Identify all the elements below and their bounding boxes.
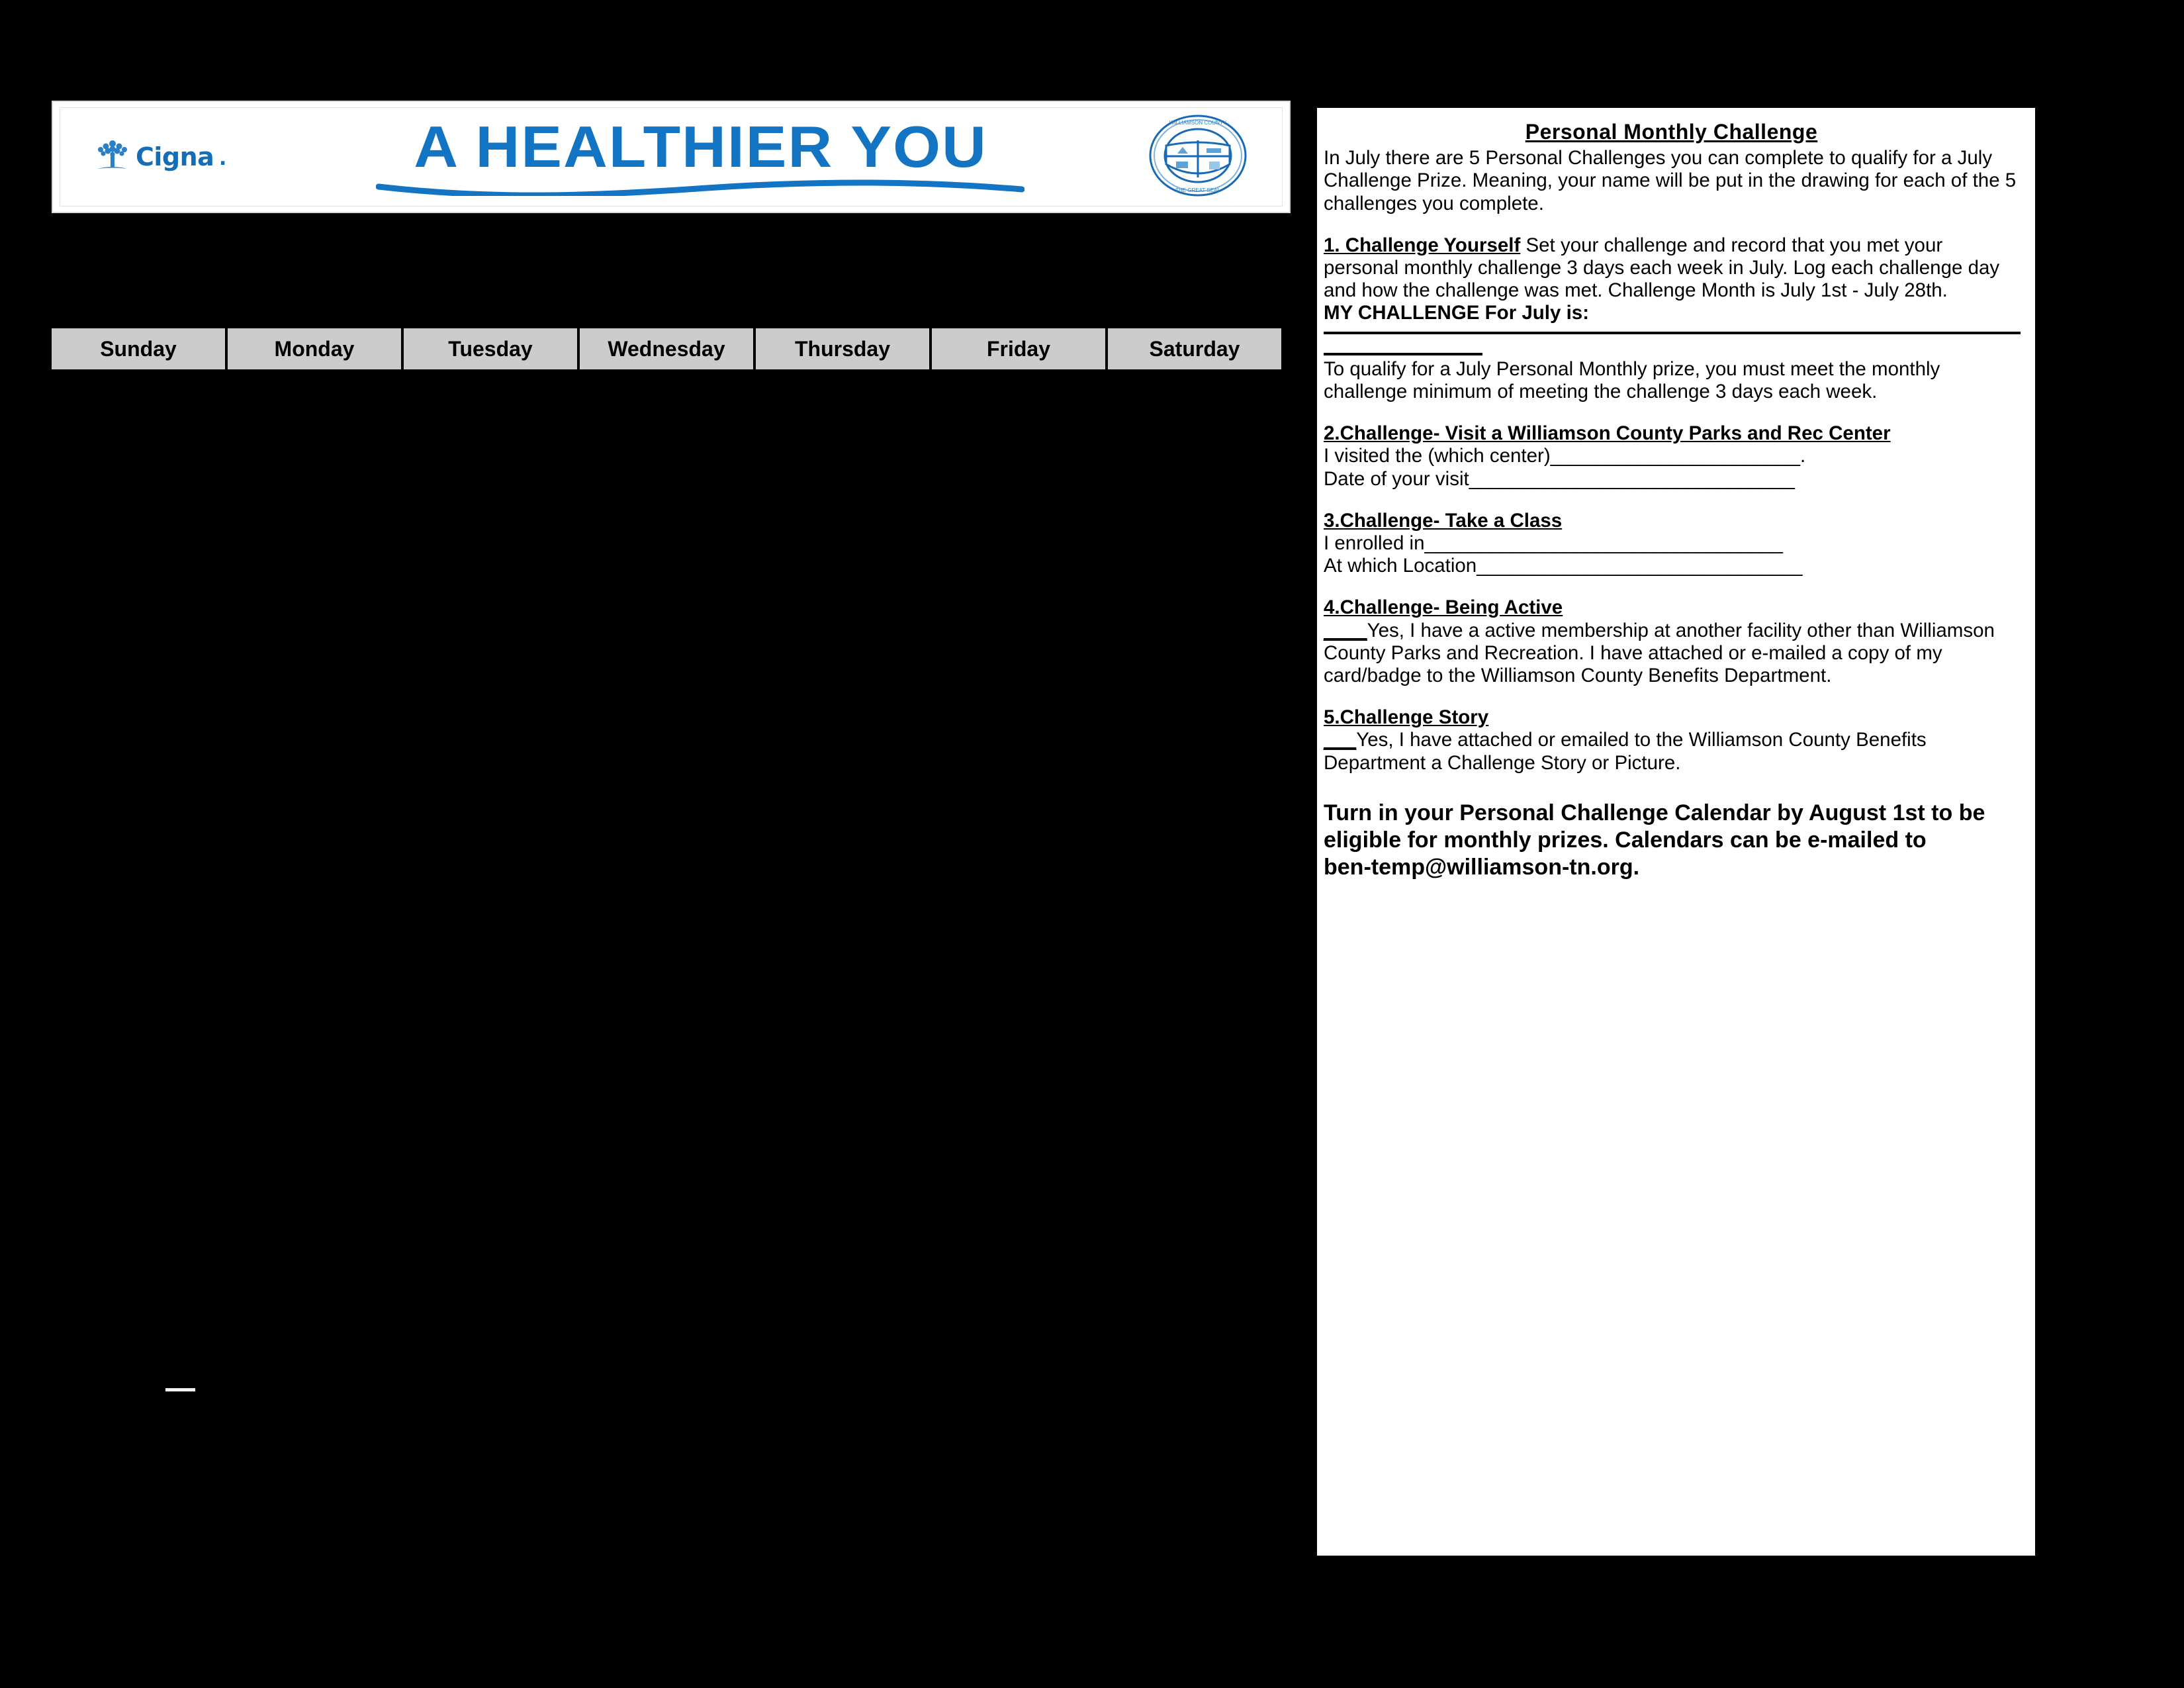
challenge-2-line-2: Date of your visit______________________…: [1324, 468, 2021, 491]
my-challenge-label: MY CHALLENGE For July is:: [1324, 302, 1590, 324]
challenge-3-line-1-label: I enrolled in: [1324, 532, 1425, 554]
scan-artifact-line: [165, 1388, 195, 1391]
challenge-4-body-block: ____Yes, I have a active membership at a…: [1324, 620, 2021, 688]
my-challenge-blank-line-2[interactable]: [1324, 352, 1482, 355]
county-seal-icon: WILLIAMSON COUNTY THE GREAT SEAL: [1148, 114, 1248, 201]
challenge-2-line-1: I visited the (which center)____________…: [1324, 445, 2021, 467]
my-challenge-blank-line-1[interactable]: [1324, 331, 2021, 334]
challenge-3-line-1: I enrolled in___________________________…: [1324, 532, 2021, 555]
challenge-4-heading: 4.Challenge- Being Active: [1324, 596, 1563, 619]
cigna-tree-icon: [95, 136, 130, 179]
challenge-2-line-1-label: I visited the (which center): [1324, 445, 1551, 467]
personal-monthly-challenge-panel: Personal Monthly Challenge In July there…: [1317, 108, 2035, 1556]
challenge-2-heading: 2.Challenge- Visit a Williamson County P…: [1324, 422, 1891, 445]
qualify-text: To qualify for a July Personal Monthly p…: [1324, 357, 1940, 402]
challenge-2-line-1-blank[interactable]: _______________________.: [1551, 445, 1806, 467]
calendar-day-header-sunday: Sunday: [52, 328, 225, 369]
header-banner-inner: Cigna . A HEALTHIER YOU WILLIAMSON COUNT…: [60, 107, 1283, 207]
banner-headline: A HEALTHIER YOU: [414, 114, 987, 179]
calendar-day-header-thursday: Thursday: [756, 328, 929, 369]
closing-instructions: Turn in your Personal Challenge Calendar…: [1324, 800, 2021, 880]
challenge-2-line-2-blank[interactable]: ______________________________: [1469, 468, 1795, 490]
panel-intro-text: In July there are 5 Personal Challenges …: [1324, 147, 2017, 214]
challenge-5-body: Yes, I have attached or emailed to the W…: [1324, 729, 1927, 774]
swoosh-underline-icon: [376, 179, 1025, 196]
cigna-logo: Cigna .: [95, 136, 226, 179]
calendar-day-header-monday: Monday: [228, 328, 401, 369]
calendar-day-header-wednesday: Wednesday: [580, 328, 753, 369]
challenge-1-block: 1. Challenge Yourself Set your challenge…: [1324, 234, 2021, 303]
banner-headline-group: A HEALTHIER YOU: [253, 118, 1148, 196]
cigna-wordmark: Cigna: [136, 142, 214, 171]
panel-title: Personal Monthly Challenge: [1525, 120, 1818, 144]
closing-email[interactable]: ben-temp@williamson-tn.org.: [1324, 855, 1639, 880]
challenge-1-heading: 1. Challenge Yourself: [1324, 234, 1521, 256]
calendar-day-header-tuesday: Tuesday: [404, 328, 577, 369]
challenge-5-body-block: ___Yes, I have attached or emailed to th…: [1324, 729, 2021, 774]
challenge-5-checkbox-blank[interactable]: ___: [1324, 729, 1356, 751]
challenge-3-line-1-blank[interactable]: _________________________________: [1425, 532, 1783, 554]
challenge-2-line-2-label: Date of your visit: [1324, 467, 1469, 490]
cigna-period: .: [219, 142, 226, 171]
header-banner: Cigna . A HEALTHIER YOU WILLIAMSON COUNT…: [52, 101, 1291, 213]
challenge-4-checkbox-blank[interactable]: ____: [1324, 620, 1367, 641]
challenge-3-line-2-label: At which Location: [1324, 555, 1477, 577]
challenge-4-body: Yes, I have a active membership at anoth…: [1324, 619, 1995, 687]
closing-part-2: . Calendars can be e-mailed to: [1602, 827, 1927, 853]
challenge-3-line-2: At which Location_______________________…: [1324, 555, 2021, 577]
calendar-day-header-row: Sunday Monday Tuesday Wednesday Thursday…: [52, 326, 1281, 372]
svg-text:THE GREAT SEAL: THE GREAT SEAL: [1175, 187, 1220, 193]
challenge-3-heading: 3.Challenge- Take a Class: [1324, 509, 1563, 532]
challenge-5-heading: 5.Challenge Story: [1324, 706, 1489, 729]
challenge-3-line-2-blank[interactable]: ______________________________: [1477, 555, 1802, 577]
calendar-day-header-friday: Friday: [932, 328, 1105, 369]
calendar-day-header-saturday: Saturday: [1108, 328, 1281, 369]
svg-text:WILLIAMSON COUNTY: WILLIAMSON COUNTY: [1169, 120, 1227, 126]
